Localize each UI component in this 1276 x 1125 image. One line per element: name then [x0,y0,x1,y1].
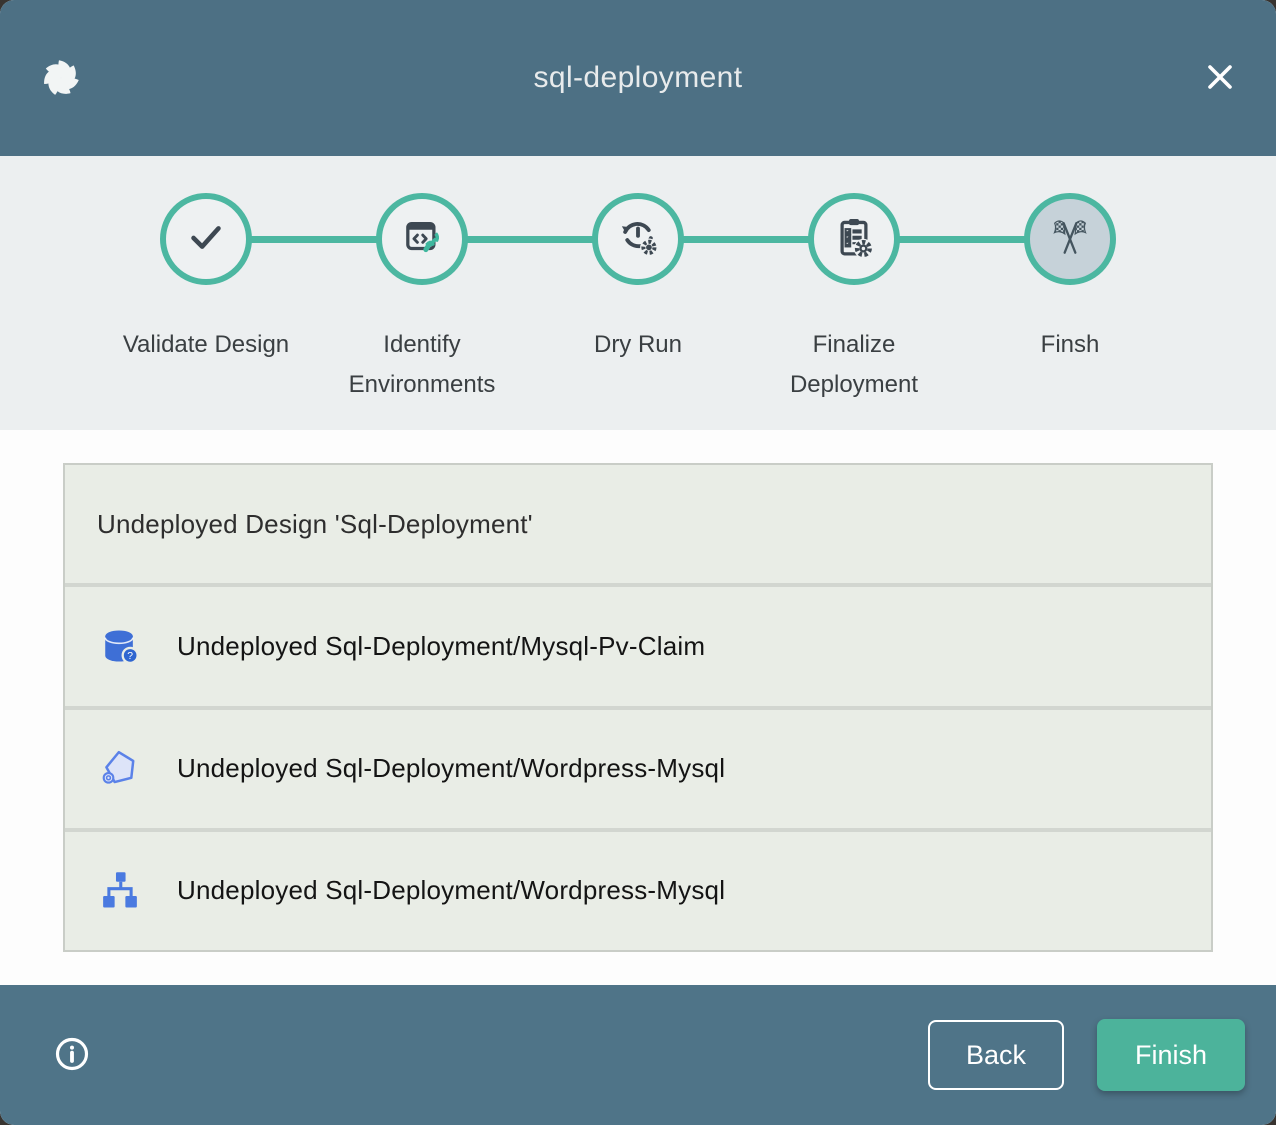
deployment-status-panel: Undeployed Design 'Sql-Deployment' ? Und… [0,430,1276,985]
list-item-text: Undeployed Sql-Deployment/Wordpress-Mysq… [177,875,725,906]
list-item-wordpress-mysql-service: Undeployed Sql-Deployment/Wordpress-Mysq… [65,710,1211,828]
back-button[interactable]: Back [928,1020,1064,1090]
step-label: Finalize Deployment [769,325,939,405]
wizard-stepper: Validate Design Ident [0,156,1276,430]
meshery-logo-icon [34,51,88,105]
deployment-wizard-dialog: sql-deployment [0,0,1276,1125]
close-button[interactable] [1198,56,1242,100]
info-icon [52,1034,92,1077]
dialog-title: sql-deployment [0,61,1276,95]
step-circle-dry-run[interactable] [592,193,684,285]
dialog-header: sql-deployment [0,0,1276,156]
step-validate-design: Validate Design [98,193,314,405]
dry-run-gear-icon [615,214,661,265]
dialog-footer: Back Finish [0,985,1276,1125]
list-item-text: Undeployed Design 'Sql-Deployment' [97,509,533,540]
step-identify-environments: Identify Environments [314,193,530,405]
step-dry-run: Dry Run [530,193,746,405]
step-label: Dry Run [594,325,682,365]
component-pentagon-icon [97,746,143,792]
step-label: Validate Design [123,325,289,365]
step-circle-finalize-deployment[interactable] [808,193,900,285]
check-icon [183,214,229,265]
list-item-text: Undeployed Sql-Deployment/Mysql-Pv-Claim [177,631,705,662]
code-wrench-icon [399,214,445,265]
clipboard-gear-icon [831,214,877,265]
step-finalize-deployment: Finalize Deployment [746,193,962,405]
close-icon [1200,57,1240,100]
step-label: Finsh [1041,325,1100,365]
workload-tree-icon [97,868,143,914]
step-circle-identify-environments[interactable] [376,193,468,285]
list-item-wordpress-mysql-workload: Undeployed Sql-Deployment/Wordpress-Mysq… [65,832,1211,950]
finish-button[interactable]: Finish [1097,1019,1245,1091]
step-circle-validate-design[interactable] [160,193,252,285]
step-circle-finish[interactable] [1024,193,1116,285]
status-list: Undeployed Design 'Sql-Deployment' ? Und… [63,463,1213,952]
list-item-design: Undeployed Design 'Sql-Deployment' [65,465,1211,583]
info-button[interactable] [50,1033,94,1077]
step-label: Identify Environments [337,325,507,405]
step-finish: Finsh [962,193,1178,405]
list-item-mysql-pv-claim: ? Undeployed Sql-Deployment/Mysql-Pv-Cla… [65,587,1211,705]
list-item-text: Undeployed Sql-Deployment/Wordpress-Mysq… [177,753,725,784]
svg-text:?: ? [127,651,133,662]
database-icon: ? [97,623,143,669]
checkered-flags-icon [1047,214,1093,265]
